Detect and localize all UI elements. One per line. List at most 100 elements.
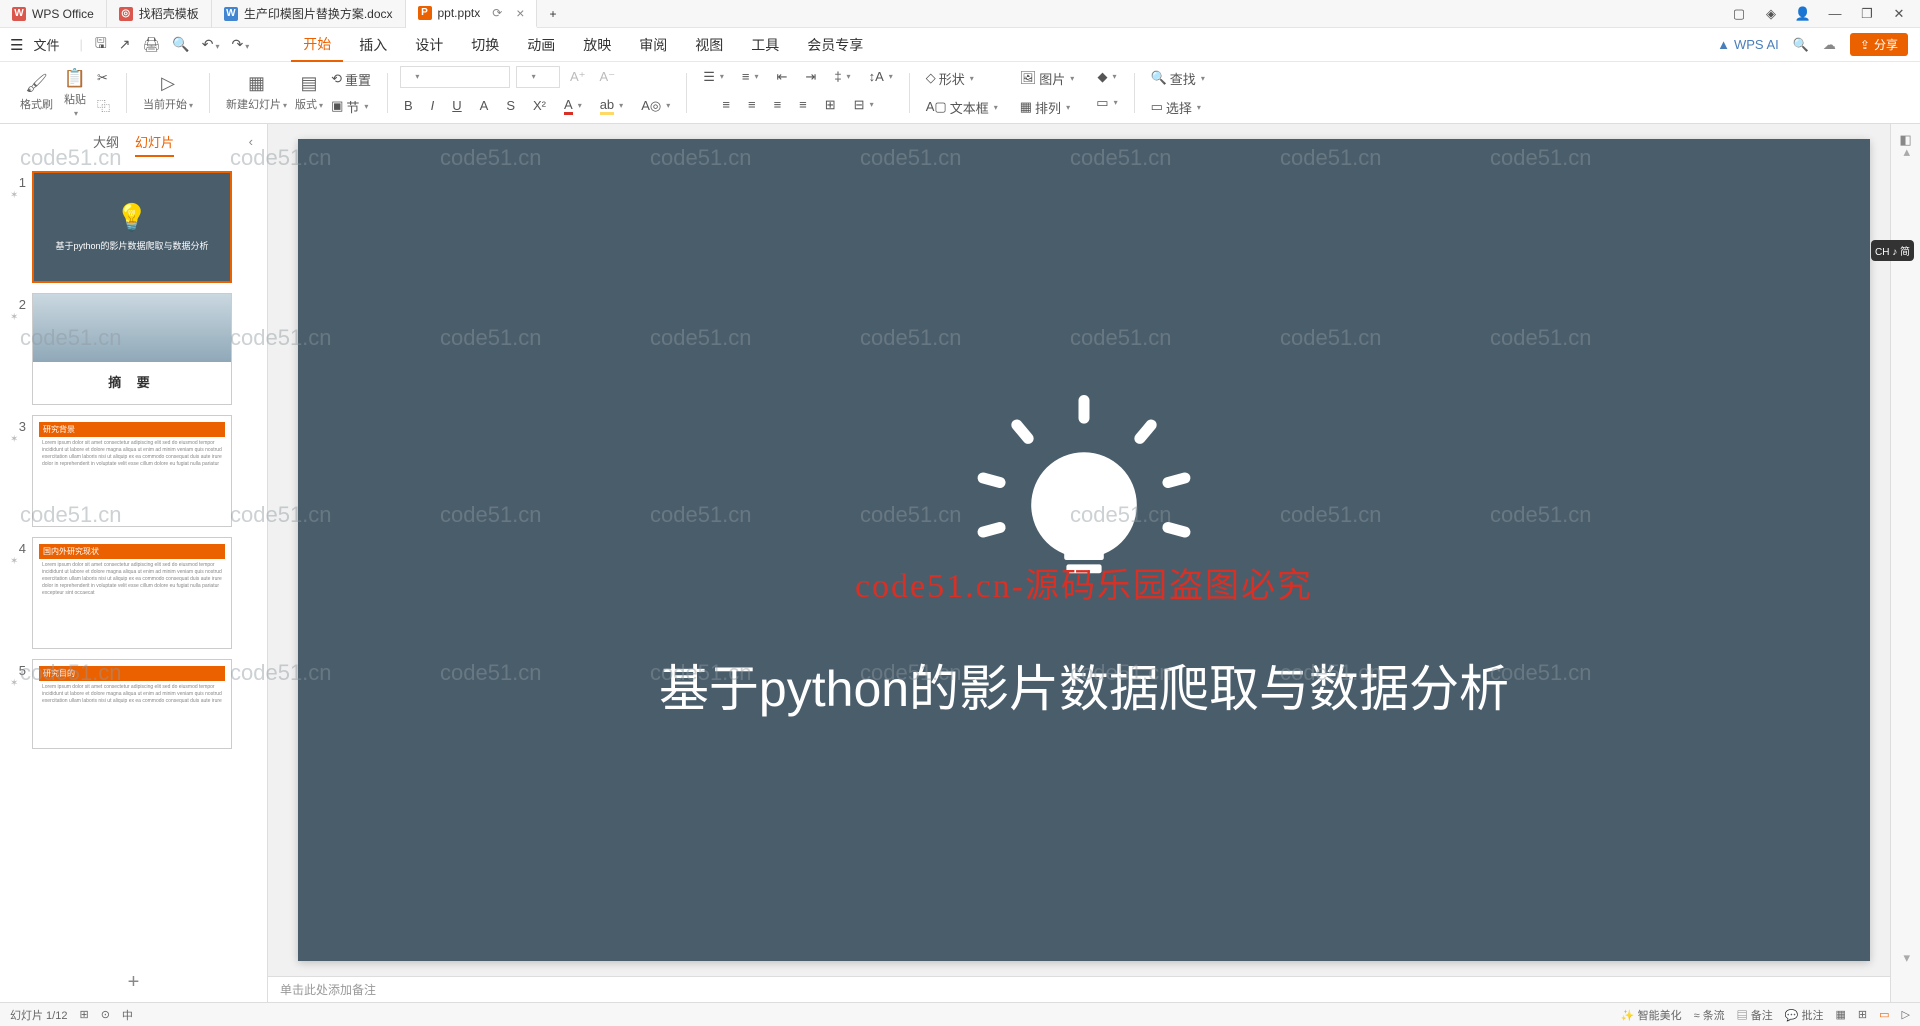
tab-insert[interactable]: 插入: [347, 29, 399, 61]
redo-icon[interactable]: ↷▾: [232, 36, 250, 53]
copy-button[interactable]: ⿻: [93, 93, 114, 118]
reset-button[interactable]: ⟲重置: [327, 67, 375, 92]
maximize-icon[interactable]: ❐: [1860, 7, 1874, 21]
underline-button[interactable]: U: [448, 94, 465, 118]
slide-thumbnail-5[interactable]: 研究目的 Lorem ipsum dolor sit amet consecte…: [32, 659, 232, 749]
search-icon[interactable]: 🔍: [1793, 37, 1809, 53]
slide-thumbnail-3[interactable]: 研究背景 Lorem ipsum dolor sit amet consecte…: [32, 415, 232, 527]
font-color-button[interactable]: A▾: [560, 94, 586, 118]
cube-icon[interactable]: ◈: [1764, 7, 1778, 21]
preview-icon[interactable]: 🔍: [172, 36, 189, 53]
tab-start[interactable]: 开始: [291, 28, 343, 62]
tab-review[interactable]: 审阅: [627, 29, 679, 61]
status-beautify[interactable]: ✨ 智能美化: [1621, 1007, 1682, 1023]
image-button[interactable]: 🖼图片▾: [1016, 66, 1079, 91]
new-tab-button[interactable]: +: [537, 0, 568, 28]
print-icon[interactable]: 🖨: [143, 36, 161, 53]
collapse-icon[interactable]: ‹: [249, 134, 253, 149]
notes-pane[interactable]: 单击此处添加备注: [268, 976, 1890, 1002]
bold-button[interactable]: B: [400, 94, 417, 118]
close-window-icon[interactable]: ✕: [1892, 7, 1906, 21]
textbox-button[interactable]: A▢文本框▾: [922, 95, 1002, 120]
file-menu[interactable]: 文件: [33, 35, 59, 54]
tab-slides[interactable]: 幻灯片: [135, 132, 174, 157]
outline-button[interactable]: ▭▾: [1092, 92, 1121, 114]
font-size-select[interactable]: ▾: [516, 66, 560, 88]
font-family-select[interactable]: ▾: [400, 66, 510, 88]
slide[interactable]: 基于python的影片数据爬取与数据分析 code51.cn-源码乐园盗图必究: [298, 139, 1870, 961]
tab-transition[interactable]: 切换: [459, 29, 511, 61]
minimize-icon[interactable]: —: [1828, 7, 1842, 21]
align-center-button[interactable]: ≡: [744, 94, 760, 116]
view-reading-icon[interactable]: ▭: [1879, 1008, 1889, 1021]
status-grid-icon[interactable]: ⊞: [79, 1008, 88, 1021]
tab-wps-office[interactable]: W WPS Office: [0, 0, 107, 28]
indent-right-button[interactable]: ⇥: [801, 66, 820, 88]
wps-ai-button[interactable]: ▲WPS AI: [1717, 37, 1779, 52]
line-spacing-button[interactable]: ‡▾: [830, 66, 854, 88]
strike-button[interactable]: S: [502, 94, 519, 118]
text-direction-button[interactable]: ↕A▾: [865, 66, 897, 88]
tab-design[interactable]: 设计: [403, 29, 455, 61]
add-slide-button[interactable]: +: [0, 963, 267, 1002]
columns-button[interactable]: ⊞: [821, 94, 840, 116]
tab-template[interactable]: ◎ 找稻壳模板: [107, 0, 212, 28]
paste-button[interactable]: 📋粘贴▾: [57, 66, 93, 120]
view-sorter-icon[interactable]: ⊞: [1858, 1008, 1867, 1021]
current-start-button[interactable]: ▷当前开始▾: [139, 71, 197, 114]
app-icon[interactable]: ▢: [1732, 7, 1746, 21]
select-button[interactable]: ▭选择▾: [1147, 95, 1205, 120]
fill-color-button[interactable]: ◆▾: [1093, 66, 1120, 88]
italic-button[interactable]: I: [427, 94, 439, 118]
cloud-icon[interactable]: ☁: [1823, 37, 1836, 53]
new-slide-button[interactable]: ▦新建幻灯片▾: [222, 71, 291, 114]
save-icon[interactable]: 🖫: [95, 33, 107, 57]
view-normal-icon[interactable]: ▦: [1836, 1008, 1846, 1021]
align-vertical-button[interactable]: ⊟▾: [850, 94, 878, 116]
status-rec-icon[interactable]: ⊙: [101, 1008, 110, 1021]
scroll-up-icon[interactable]: ▴: [1903, 144, 1910, 160]
increase-font-button[interactable]: A⁺: [566, 66, 590, 88]
user-icon[interactable]: 👤: [1796, 7, 1810, 21]
tab-tools[interactable]: 工具: [739, 29, 791, 61]
arrange-button[interactable]: ▦排列▾: [1016, 95, 1074, 120]
scroll-down-icon[interactable]: ▾: [1903, 950, 1910, 966]
superscript-button[interactable]: X²: [529, 94, 550, 118]
numbering-button[interactable]: ≡▾: [738, 66, 763, 88]
layout-button[interactable]: ▤版式▾: [291, 71, 327, 114]
shape-button[interactable]: ◇形状▾: [922, 66, 978, 91]
hamburger-icon[interactable]: ☰: [10, 36, 23, 54]
format-painter-button[interactable]: 🖌格式刷: [16, 71, 57, 114]
view-slideshow-icon[interactable]: ▷: [1902, 1008, 1910, 1021]
slide-thumbnail-4[interactable]: 国内外研究现状 Lorem ipsum dolor sit amet conse…: [32, 537, 232, 649]
status-notes[interactable]: ▤ 备注: [1737, 1007, 1773, 1023]
highlight-button[interactable]: ab▾: [596, 94, 627, 118]
export-icon[interactable]: ↗: [119, 36, 131, 53]
slide-thumbnail-1[interactable]: 💡 基于python的影片数据爬取与数据分析: [32, 171, 232, 283]
tab-view[interactable]: 视图: [683, 29, 735, 61]
cut-button[interactable]: ✂: [93, 67, 114, 89]
section-button[interactable]: ▣节▾: [327, 94, 375, 119]
status-comments[interactable]: 💬 批注: [1785, 1007, 1824, 1023]
decrease-font-button[interactable]: A⁻: [596, 66, 620, 88]
status-flow[interactable]: ≈ 条流: [1694, 1007, 1725, 1023]
slide-thumbnail-2[interactable]: 摘 要: [32, 293, 232, 405]
tab-docx[interactable]: W 生产印模图片替换方案.docx: [212, 0, 406, 28]
tab-member[interactable]: 会员专享: [795, 29, 875, 61]
tab-animation[interactable]: 动画: [515, 29, 567, 61]
find-button[interactable]: 🔍查找▾: [1147, 66, 1209, 91]
tab-outline[interactable]: 大纲: [93, 132, 119, 157]
reload-icon[interactable]: ⟳: [492, 6, 502, 20]
align-justify-button[interactable]: ≡: [795, 94, 811, 116]
bullets-button[interactable]: ☰▾: [699, 66, 728, 88]
close-tab-icon[interactable]: ×: [516, 5, 524, 21]
share-button[interactable]: ⇪分享: [1850, 33, 1908, 56]
ime-indicator[interactable]: CH ♪ 简: [1871, 240, 1914, 261]
tab-slideshow[interactable]: 放映: [571, 29, 623, 61]
tab-pptx[interactable]: P ppt.pptx ⟳ ×: [406, 0, 538, 28]
undo-icon[interactable]: ↶▾: [202, 36, 220, 53]
indent-left-button[interactable]: ⇤: [773, 66, 792, 88]
clear-format-button[interactable]: A◎▾: [637, 94, 674, 118]
strikethrough-button[interactable]: A: [476, 94, 493, 118]
align-left-button[interactable]: ≡: [718, 94, 734, 116]
